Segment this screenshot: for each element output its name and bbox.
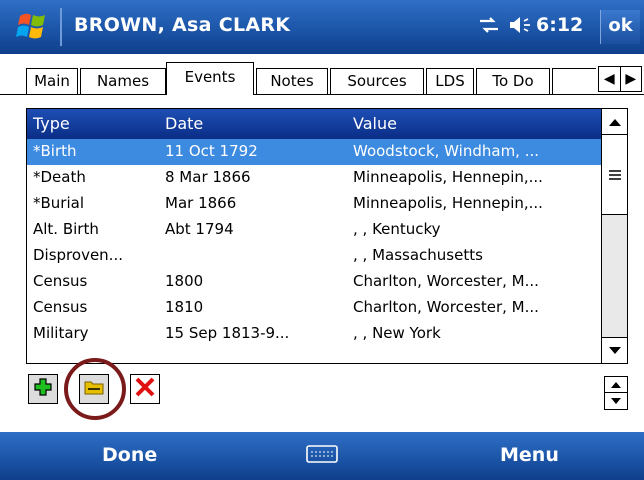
delete-button[interactable] — [130, 374, 160, 404]
cell-value: Minneapolis, Hennepin,... — [353, 168, 543, 186]
scroll-up-icon[interactable] — [602, 109, 627, 135]
menu-softkey[interactable]: Menu — [500, 444, 559, 466]
ok-button[interactable]: ok — [600, 10, 640, 44]
tab-events[interactable]: Events — [166, 62, 254, 95]
cell-date: 1800 — [165, 272, 204, 290]
tab-sources[interactable]: Sources — [330, 68, 424, 94]
cell-value: , , Massachusetts — [353, 246, 483, 264]
title-separator — [60, 8, 62, 46]
cell-type: Alt. Birth — [33, 220, 99, 238]
delete-icon — [134, 376, 156, 402]
tab-scroll-left-icon[interactable]: ◀ — [599, 67, 621, 91]
add-icon — [33, 377, 53, 401]
cell-type: Census — [33, 298, 88, 316]
table-row[interactable]: Census 1810 Charlton, Worcester, M... — [27, 295, 601, 321]
scroll-thumb[interactable] — [602, 135, 627, 215]
table-row[interactable]: *Burial Mar 1866 Minneapolis, Hennepin,.… — [27, 191, 601, 217]
system-tray — [478, 12, 534, 42]
tab-partial[interactable] — [552, 68, 596, 94]
tab-main[interactable]: Main — [26, 68, 78, 94]
table-row[interactable]: *Death 8 Mar 1866 Minneapolis, Hennepin,… — [27, 165, 601, 191]
page-up-down-control[interactable] — [604, 376, 628, 410]
tab-notes[interactable]: Notes — [256, 68, 328, 94]
column-header-value[interactable]: Value — [353, 114, 603, 133]
page-down-icon[interactable] — [605, 393, 627, 409]
cell-date: 8 Mar 1866 — [165, 168, 251, 186]
cell-type: *Burial — [33, 194, 84, 212]
page-up-icon[interactable] — [605, 377, 627, 393]
cell-date: Mar 1866 — [165, 194, 237, 212]
cell-date: Abt 1794 — [165, 220, 234, 238]
softkey-bar: Done Menu — [0, 432, 644, 480]
cell-type: *Birth — [33, 142, 77, 160]
cell-value: Charlton, Worcester, M... — [353, 298, 539, 316]
cell-value: Minneapolis, Hennepin,... — [353, 194, 543, 212]
start-logo-icon[interactable] — [14, 10, 50, 44]
done-softkey[interactable]: Done — [102, 444, 157, 466]
table-row[interactable]: Military 15 Sep 1813-9... , , New York — [27, 321, 601, 347]
cell-type: Census — [33, 272, 88, 290]
add-button[interactable] — [28, 374, 58, 404]
window-title: BROWN, Asa CLARK — [74, 14, 291, 36]
highlight-circle — [64, 358, 126, 420]
volume-icon[interactable] — [508, 15, 534, 39]
cell-date: 11 Oct 1792 — [165, 142, 258, 160]
vertical-scrollbar[interactable] — [601, 109, 627, 363]
events-table: Type Date Value *Birth 11 Oct 1792 Woods… — [26, 108, 628, 364]
tab-scroll-right-icon[interactable]: ▶ — [621, 67, 642, 91]
table-row[interactable]: Disproven... , , Massachusetts — [27, 243, 601, 269]
title-bar: BROWN, Asa CLARK 6:12 ok — [0, 0, 644, 54]
table-row[interactable]: *Birth 11 Oct 1792 Woodstock, Windham, .… — [27, 139, 601, 165]
cell-value: Charlton, Worcester, M... — [353, 272, 539, 290]
tab-scroll-control: ◀ ▶ — [598, 66, 642, 92]
cell-date: 15 Sep 1813-9... — [165, 324, 290, 342]
table-row[interactable]: Alt. Birth Abt 1794 , , Kentucky — [27, 217, 601, 243]
cell-type: Military — [33, 324, 89, 342]
connectivity-icon[interactable] — [478, 16, 500, 38]
cell-date: 1810 — [165, 298, 204, 316]
tab-lds[interactable]: LDS — [426, 68, 474, 94]
cell-value: , , New York — [353, 324, 441, 342]
table-row[interactable]: Census 1800 Charlton, Worcester, M... — [27, 269, 601, 295]
cell-type: Disproven... — [33, 246, 123, 264]
tab-strip: Main Names Events Notes Sources LDS To D… — [0, 54, 644, 108]
table-header: Type Date Value — [27, 109, 601, 139]
tab-baseline — [0, 94, 644, 95]
cell-type: *Death — [33, 168, 86, 186]
keyboard-icon[interactable] — [305, 442, 339, 466]
cell-value: , , Kentucky — [353, 220, 441, 238]
column-header-type[interactable]: Type — [33, 114, 153, 133]
clock[interactable]: 6:12 — [536, 14, 583, 36]
tab-names[interactable]: Names — [80, 68, 166, 94]
cell-value: Woodstock, Windham, ... — [353, 142, 540, 160]
column-header-date[interactable]: Date — [165, 114, 345, 133]
tab-todo[interactable]: To Do — [476, 68, 550, 94]
scroll-down-icon[interactable] — [602, 337, 627, 363]
